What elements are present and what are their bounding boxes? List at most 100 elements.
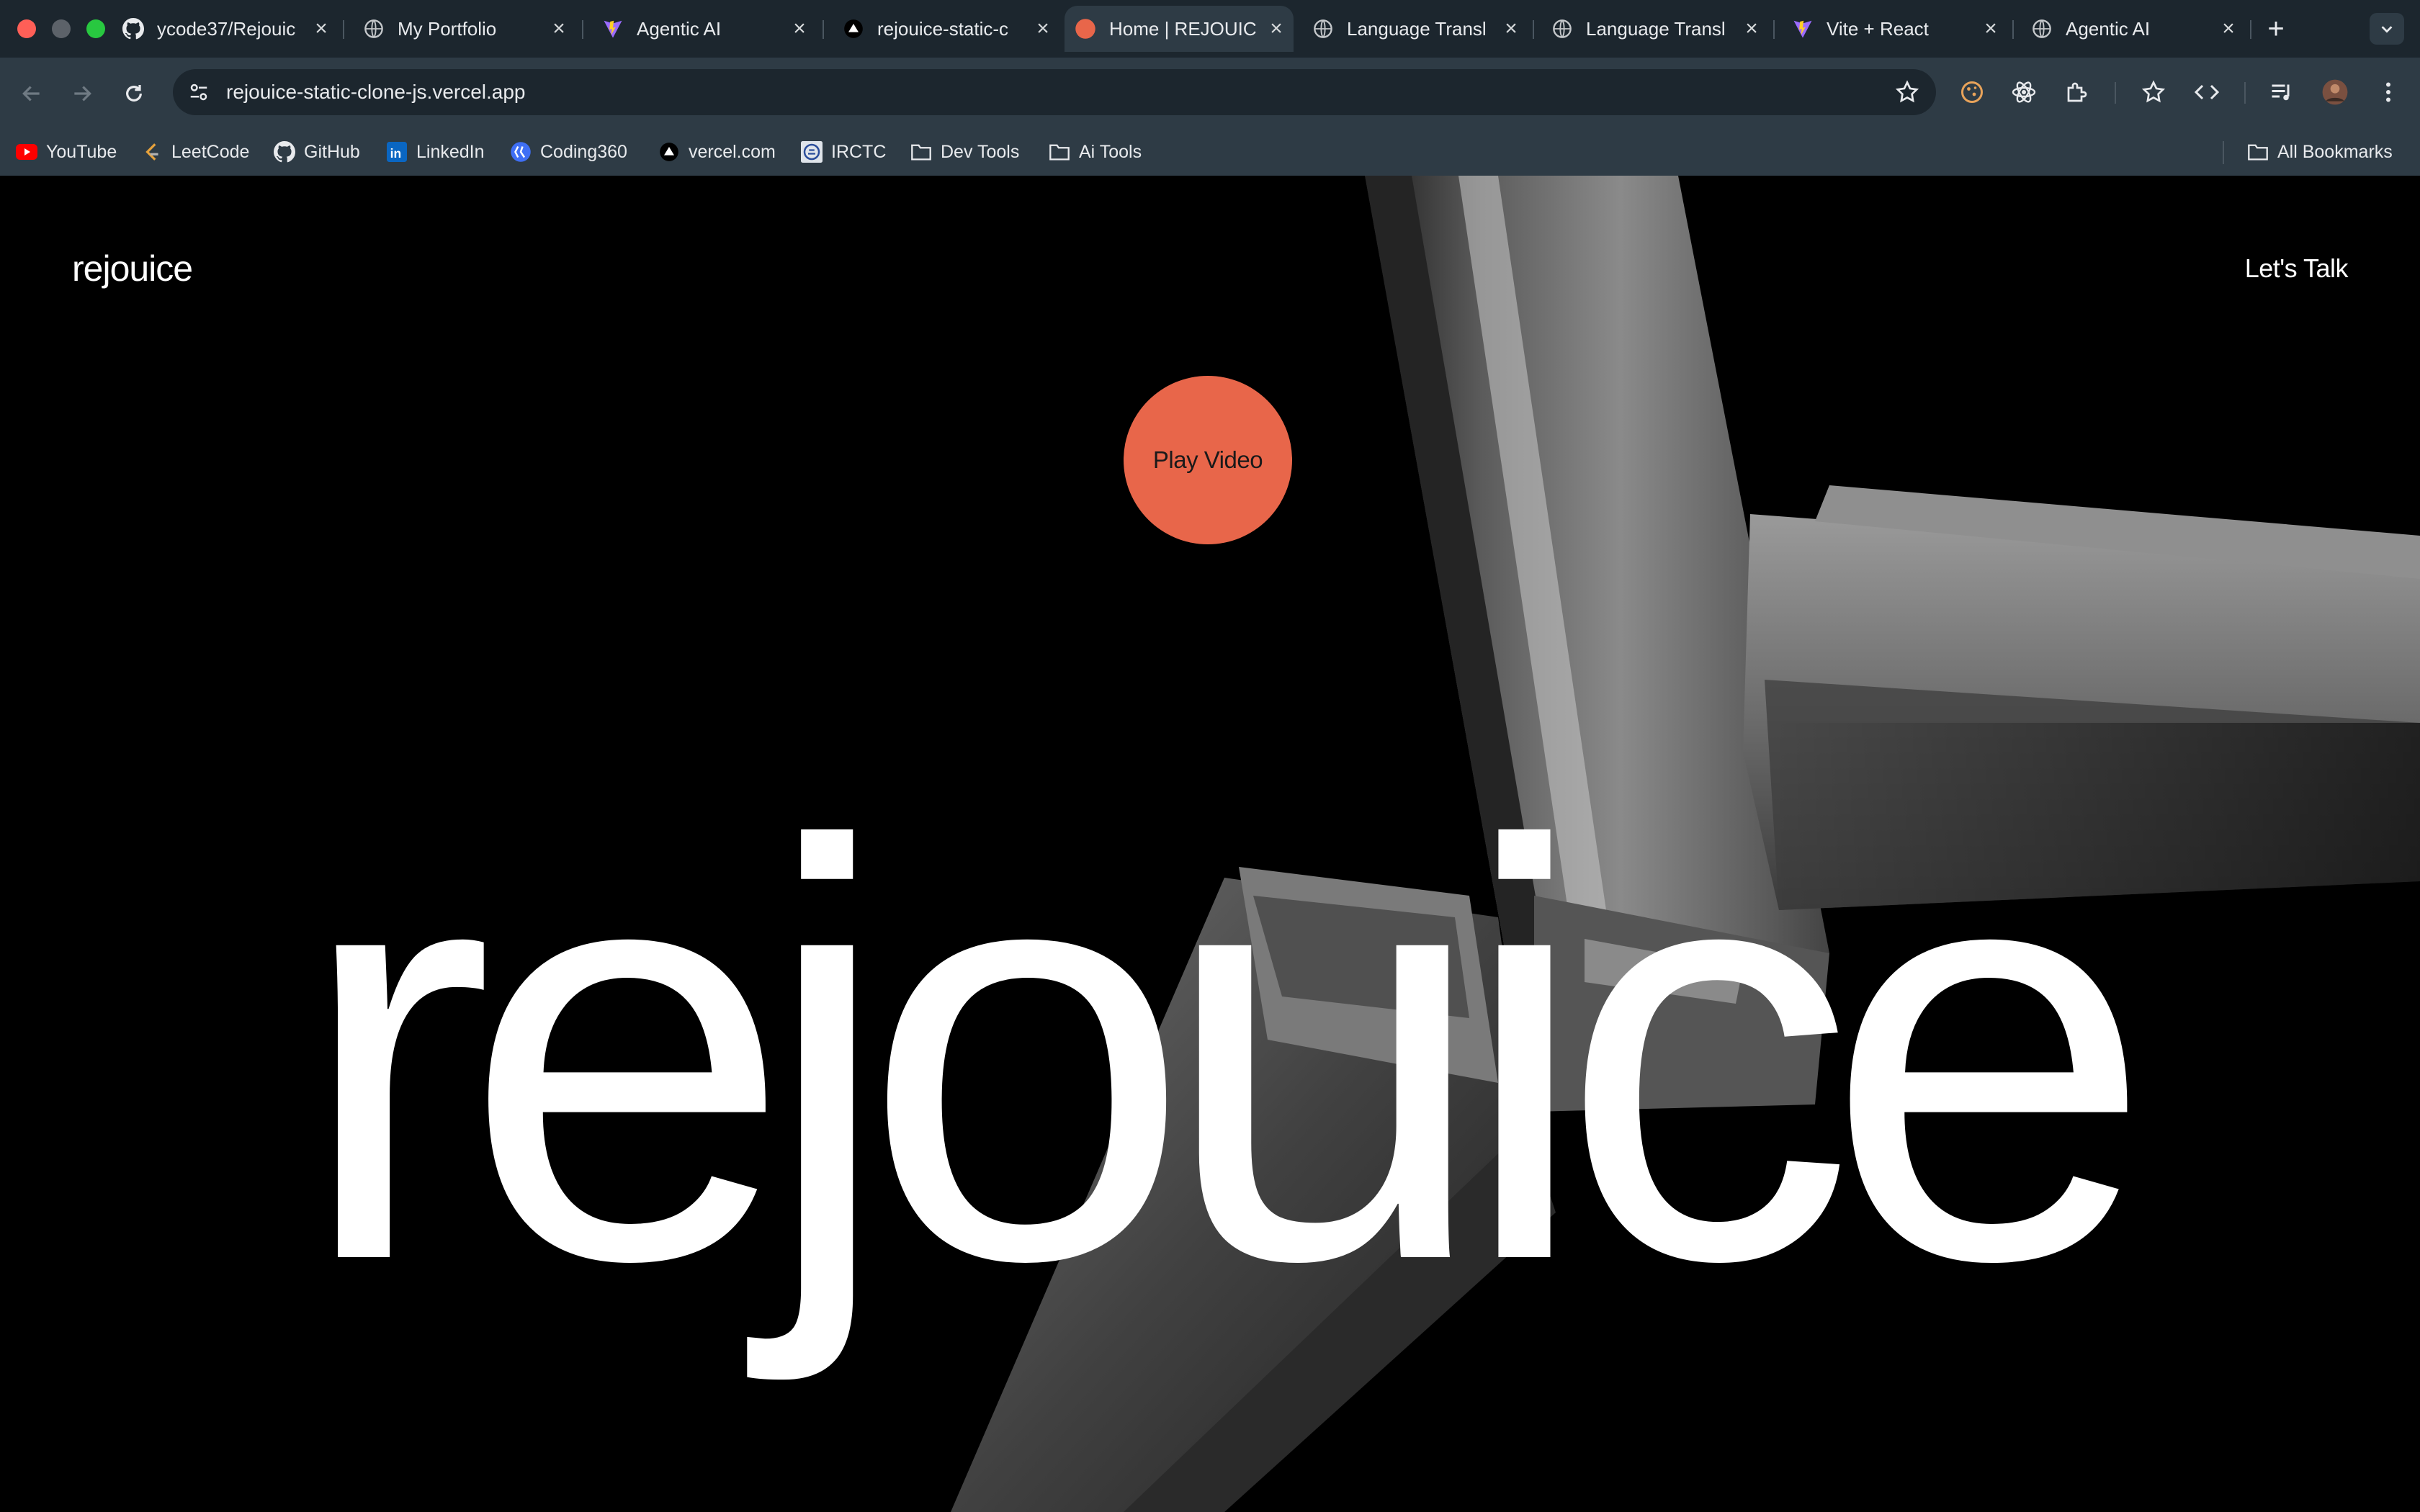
tab-divider: [2012, 20, 2014, 39]
vercel-icon: [843, 18, 864, 40]
browser-tab[interactable]: Language Transl ×: [1541, 6, 1769, 52]
close-tab-icon[interactable]: ×: [1033, 17, 1053, 41]
browser-tab[interactable]: Language Transl ×: [1302, 6, 1528, 52]
react-devtools-icon[interactable]: [2008, 76, 2040, 108]
bookmark-irctc[interactable]: IRCTC: [801, 128, 886, 176]
minimize-window-button[interactable]: [52, 19, 71, 38]
tab-divider: [2250, 20, 2251, 39]
bookmark-label: IRCTC: [831, 141, 887, 162]
close-tab-icon[interactable]: ×: [1266, 17, 1286, 41]
tab-search-button[interactable]: [2370, 13, 2404, 45]
browser-tab[interactable]: rejouice-static-c ×: [833, 6, 1060, 52]
bookmarks-divider: [2223, 141, 2224, 164]
browser-menu-icon[interactable]: [2372, 76, 2404, 108]
web-page: rejouice Let's Talk Play Video rejouice: [0, 176, 2420, 1512]
bookmark-github[interactable]: GitHub: [274, 128, 360, 176]
github-icon: [122, 18, 144, 40]
bookmark-label: LinkedIn: [416, 141, 485, 162]
address-bar[interactable]: rejouice-static-clone-js.vercel.app: [173, 69, 1936, 115]
url-text[interactable]: rejouice-static-clone-js.vercel.app: [226, 69, 526, 115]
maximize-window-button[interactable]: [86, 19, 105, 38]
coding360-icon: [510, 141, 532, 163]
bookmark-folder-dev-tools[interactable]: Dev Tools: [910, 128, 1019, 176]
tab-divider: [343, 20, 344, 39]
close-window-button[interactable]: [17, 19, 36, 38]
forward-button[interactable]: [62, 73, 102, 114]
browser-tab-strip: ycode37/Rejouic × My Portfolio × Agentic…: [0, 0, 2420, 58]
github-icon: [274, 141, 295, 163]
close-tab-icon[interactable]: ×: [789, 17, 810, 41]
close-tab-icon[interactable]: ×: [2218, 17, 2238, 41]
bookmark-leetcode[interactable]: LeetCode: [141, 128, 249, 176]
reload-button[interactable]: [114, 73, 154, 114]
tab-title: Language Transl: [1347, 17, 1487, 40]
bookmark-youtube[interactable]: YouTube: [16, 128, 117, 176]
toolbar-divider: [2244, 82, 2246, 104]
browser-tab[interactable]: Vite + React ×: [1782, 6, 2008, 52]
hero-wordmark: rejouice: [297, 723, 2154, 1382]
code-icon[interactable]: [2191, 76, 2223, 108]
cookie-extension-icon[interactable]: [1956, 76, 1988, 108]
folder-icon: [910, 141, 932, 163]
reload-icon: [126, 85, 142, 102]
bookmark-coding360[interactable]: Coding360: [510, 128, 627, 176]
close-tab-icon[interactable]: ×: [549, 17, 569, 41]
new-tab-button[interactable]: +: [2260, 10, 2292, 48]
folder-icon: [2247, 141, 2269, 163]
leetcode-icon: [141, 141, 163, 163]
toolbar-divider: [2115, 82, 2116, 104]
tab-title: My Portfolio: [398, 17, 497, 40]
browser-tab[interactable]: Agentic AI ×: [2021, 6, 2246, 52]
bookmark-vercel[interactable]: vercel.com: [658, 128, 776, 176]
tab-divider: [1773, 20, 1775, 39]
browser-tab[interactable]: ycode37/Rejouic ×: [112, 6, 339, 52]
bookmark-label: Dev Tools: [941, 141, 1020, 162]
bookmark-linkedin[interactable]: in LinkedIn: [386, 128, 485, 176]
browser-tab[interactable]: My Portfolio ×: [353, 6, 576, 52]
tab-title: Vite + React: [1827, 17, 1929, 40]
browser-tab[interactable]: Agentic AI ×: [592, 6, 817, 52]
bookmarks-bar: YouTube LeetCode GitHub in LinkedIn Codi…: [0, 128, 2420, 176]
arrow-left-icon: [22, 86, 40, 102]
bookmark-label: GitHub: [304, 141, 360, 162]
orange-dot-icon: [1075, 18, 1096, 40]
close-tab-icon[interactable]: ×: [1501, 17, 1521, 41]
close-tab-icon[interactable]: ×: [311, 17, 331, 41]
bookmark-star-icon[interactable]: [1894, 79, 1920, 105]
folder-icon: [1049, 141, 1070, 163]
tab-title: rejouice-static-c: [877, 17, 1009, 40]
site-info-icon[interactable]: [184, 78, 213, 107]
globe-icon: [363, 18, 385, 40]
reading-list-star-icon[interactable]: [2138, 76, 2169, 108]
bookmark-label: Coding360: [540, 141, 627, 162]
tab-title: Home | REJOUIC: [1109, 17, 1257, 40]
bookmark-label: LeetCode: [171, 141, 250, 162]
all-bookmarks-button[interactable]: All Bookmarks: [2247, 128, 2393, 176]
globe-icon: [2031, 18, 2053, 40]
tab-title: Agentic AI: [637, 17, 722, 40]
media-controls-icon[interactable]: [2266, 76, 2298, 108]
globe-icon: [1551, 18, 1573, 40]
tab-divider: [582, 20, 583, 39]
extensions-puzzle-icon[interactable]: [2061, 76, 2093, 108]
globe-icon: [1312, 18, 1334, 40]
site-logo[interactable]: rejouice: [72, 248, 193, 289]
bookmark-folder-ai-tools[interactable]: Ai Tools: [1049, 128, 1142, 176]
vite-icon: [1792, 18, 1814, 40]
profile-avatar[interactable]: [2319, 76, 2351, 108]
bookmark-label: vercel.com: [689, 141, 776, 162]
lets-talk-link[interactable]: Let's Talk: [2245, 253, 2349, 284]
browser-toolbar: rejouice-static-clone-js.vercel.app: [0, 58, 2420, 128]
youtube-icon: [16, 141, 37, 163]
irctc-icon: [801, 141, 823, 163]
linkedin-icon: in: [386, 141, 408, 163]
browser-tab-active[interactable]: Home | REJOUIC ×: [1065, 6, 1294, 52]
back-button[interactable]: [12, 73, 52, 114]
bookmark-label: YouTube: [46, 141, 117, 162]
tab-divider: [823, 20, 824, 39]
play-video-button[interactable]: Play Video: [1124, 376, 1292, 544]
close-tab-icon[interactable]: ×: [1981, 17, 2001, 41]
tab-divider: [1533, 20, 1534, 39]
tab-title: ycode37/Rejouic: [157, 17, 296, 40]
close-tab-icon[interactable]: ×: [1742, 17, 1762, 41]
